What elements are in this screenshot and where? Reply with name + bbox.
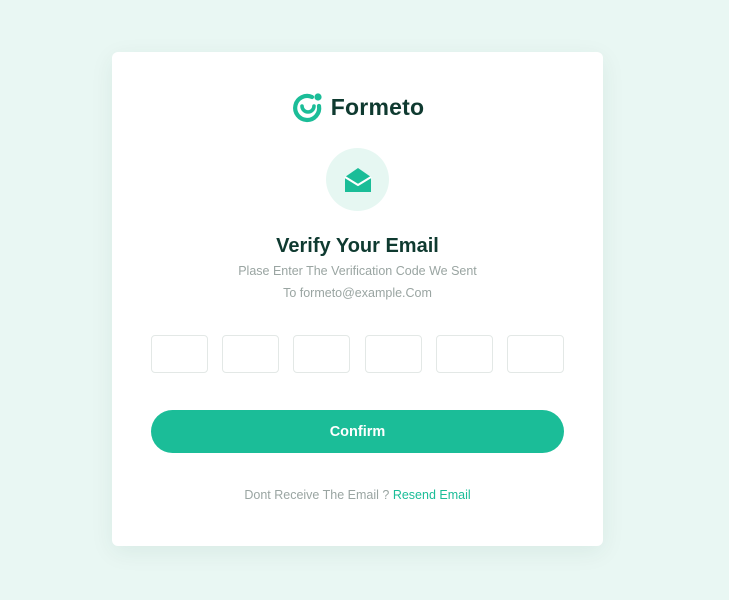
resend-prompt-text: Dont Receive The Email ? <box>244 488 390 502</box>
formeto-logo-icon <box>292 93 322 123</box>
verification-code-inputs <box>151 335 564 373</box>
verification-card: Formeto Verify Your Email Plase Enter Th… <box>112 52 603 546</box>
page-title: Verify Your Email <box>276 235 439 257</box>
code-digit-6[interactable] <box>506 335 564 373</box>
code-digit-3[interactable] <box>293 335 351 373</box>
subtitle-line-1: Plase Enter The Verification Code We Sen… <box>238 264 477 278</box>
resend-prompt: Dont Receive The Email ? Resend Email <box>112 488 603 502</box>
code-digit-2[interactable] <box>222 335 280 373</box>
subtitle-line-2: To formeto@example.Com <box>283 286 432 300</box>
code-digit-5[interactable] <box>435 335 493 373</box>
resend-email-link[interactable]: Resend Email <box>393 488 471 502</box>
mail-icon-badge <box>326 148 389 211</box>
brand-name: Formeto <box>330 93 425 120</box>
confirm-button[interactable]: Confirm <box>151 410 564 453</box>
brand: Formeto <box>112 90 603 124</box>
code-digit-4[interactable] <box>364 335 422 373</box>
envelope-open-icon <box>343 167 372 192</box>
code-digit-1[interactable] <box>151 335 208 373</box>
